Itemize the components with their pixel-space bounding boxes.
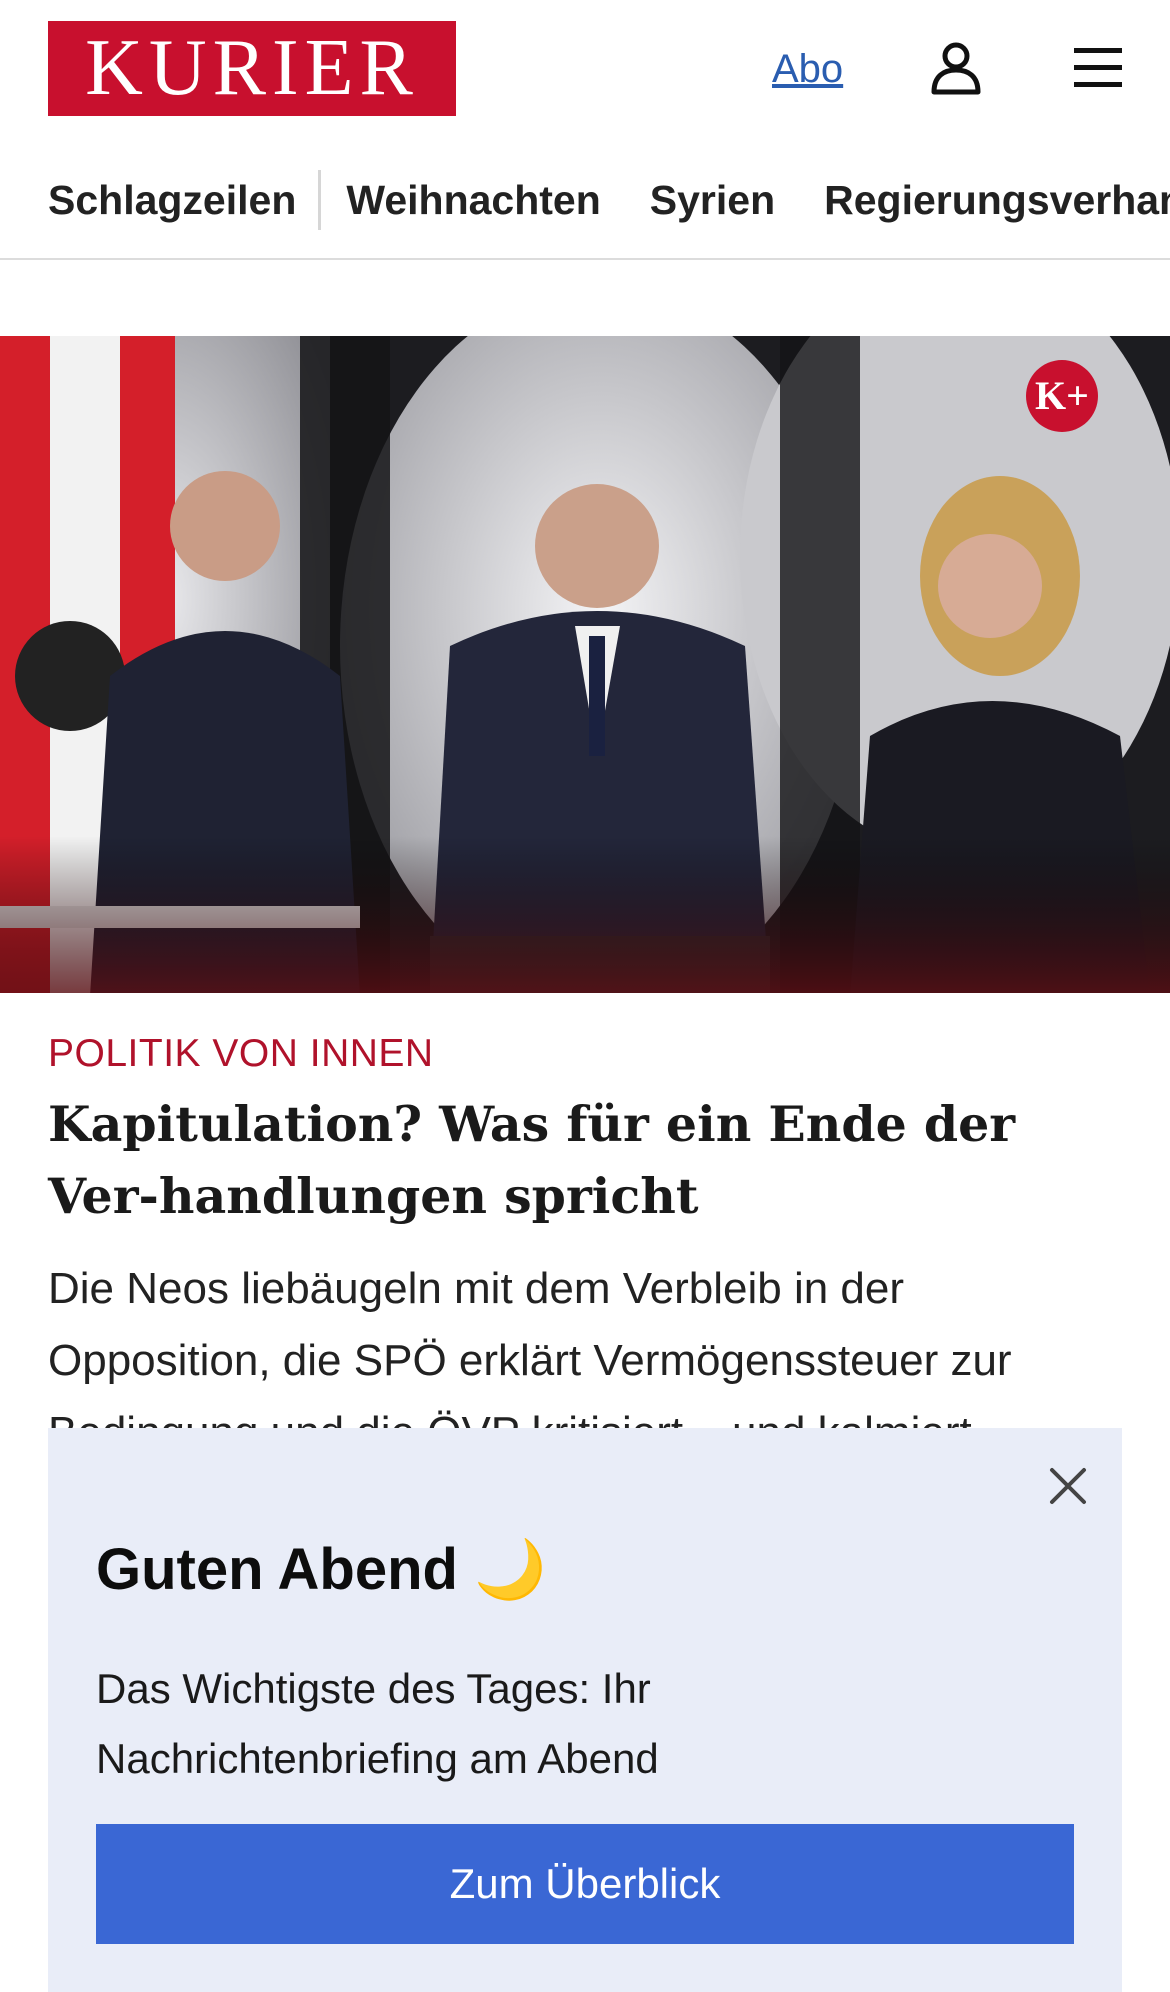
nav-item-weihnachten[interactable]: Weihnachten [346, 170, 649, 230]
nav-item-regierungsverhandlungen[interactable]: Regierungsverhandlungen [824, 170, 1170, 230]
kurier-logo[interactable]: KURIER [48, 21, 456, 116]
nav-item-schlagzeilen[interactable]: Schlagzeilen [48, 170, 318, 230]
close-icon[interactable] [1040, 1458, 1096, 1514]
user-icon[interactable] [926, 38, 986, 98]
category-nav: Schlagzeilen Weihnachten Syrien Regierun… [0, 140, 1170, 260]
zum-ueberblick-button[interactable]: Zum Überblick [96, 1824, 1074, 1944]
overlay-title-text: Guten Abend [96, 1537, 458, 1602]
moon-icon: 🌙 [474, 1537, 547, 1602]
menu-icon[interactable] [1070, 40, 1126, 96]
site-header: KURIER Abo [0, 0, 1170, 140]
hero-image[interactable] [0, 336, 1170, 993]
nav-item-syrien[interactable]: Syrien [650, 170, 824, 230]
kplus-badge: K+ [1026, 360, 1098, 432]
article-headline[interactable]: Kapitulation? Was für ein Ende der Ver-h… [48, 1088, 1108, 1232]
overlay-text: Das Wichtigste des Tages: Ihr Nachrichte… [96, 1665, 659, 1782]
abo-link[interactable]: Abo [772, 44, 843, 94]
overlay-title: Guten Abend 🌙 [96, 1530, 546, 1610]
nav-divider [318, 170, 322, 230]
article-kicker[interactable]: POLITIK VON INNEN [48, 1030, 434, 1078]
